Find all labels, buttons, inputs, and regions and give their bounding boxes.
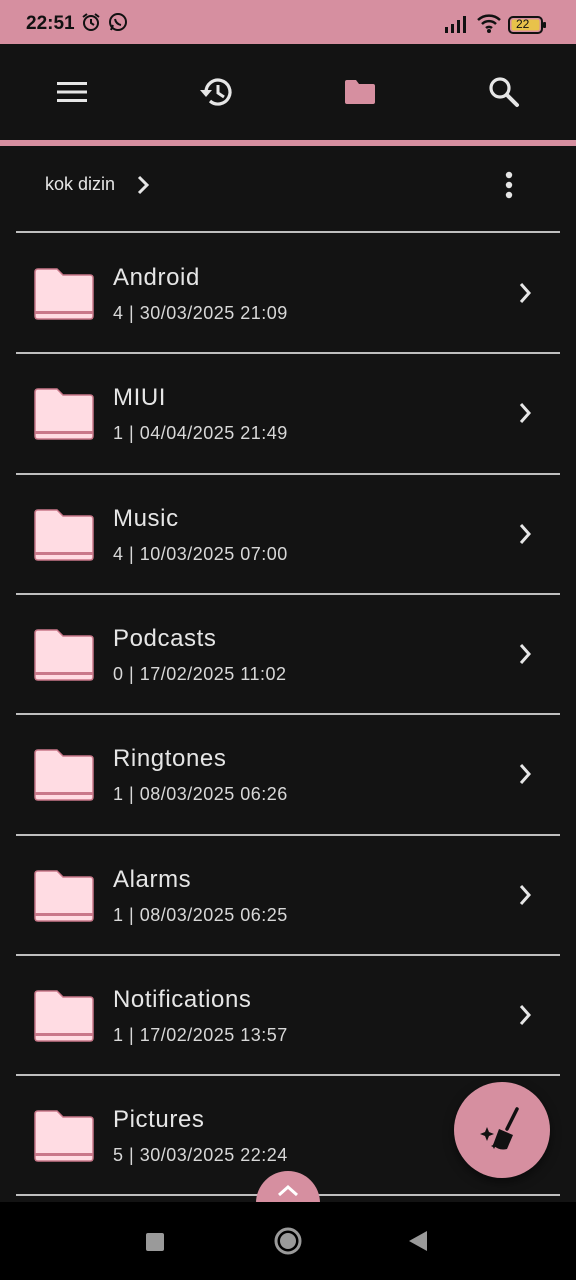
folder-meta: 5 | 30/03/2025 22:24 [113, 1145, 288, 1166]
back-button[interactable] [408, 1230, 428, 1257]
folder-thumb [32, 748, 96, 807]
folder-meta: 0 | 17/02/2025 11:02 [113, 663, 287, 684]
whatsapp-icon [108, 12, 128, 37]
open-folder-chevron[interactable] [516, 400, 534, 431]
folder-row[interactable]: Podcasts 0 | 17/02/2025 11:02 [16, 594, 560, 712]
folder-icon [34, 749, 94, 801]
folder-icon [34, 629, 94, 681]
chevron-right-icon [519, 643, 532, 664]
home-button[interactable] [274, 1227, 302, 1260]
folder-row[interactable]: Notifications 1 | 17/02/2025 13:57 [16, 955, 560, 1073]
open-folder-chevron[interactable] [516, 280, 534, 311]
folder-thumb [32, 508, 96, 567]
folder-icon [34, 869, 94, 922]
folder-icon [34, 508, 94, 561]
signal-icon [444, 14, 470, 39]
more-options-button[interactable] [492, 170, 526, 210]
folder-row[interactable]: Ringtones 1 | 08/03/2025 06:26 [16, 714, 560, 832]
open-folder-chevron[interactable] [516, 882, 534, 913]
folder-icon [34, 388, 94, 441]
folder-thumb [32, 1109, 96, 1168]
folder-name: Podcasts [113, 624, 217, 652]
battery-level: 22 [516, 17, 530, 31]
folder-icon [34, 268, 94, 320]
open-folder-chevron[interactable] [516, 761, 534, 792]
menu-icon [57, 82, 87, 102]
chevron-right-icon [519, 523, 532, 544]
chevron-right-icon [519, 1004, 532, 1025]
home-circle-icon [274, 1227, 302, 1255]
folder-name: Alarms [113, 865, 192, 893]
folder-thumb [32, 989, 96, 1048]
wifi-icon [476, 12, 502, 39]
open-folder-chevron[interactable] [516, 1002, 534, 1033]
status-time: 22:51 [26, 13, 75, 34]
folder-icon [345, 80, 375, 104]
files-tab-button[interactable] [336, 68, 384, 116]
recents-square-icon [146, 1233, 164, 1251]
folder-thumb [32, 387, 96, 446]
folder-meta: 1 | 17/02/2025 13:57 [113, 1024, 288, 1045]
chevron-right-icon [519, 283, 532, 303]
folder-name: Notifications [113, 985, 252, 1013]
history-icon [200, 78, 232, 106]
chevron-up-icon [278, 1184, 298, 1197]
folder-thumb [32, 869, 96, 928]
history-button[interactable] [192, 68, 240, 116]
folder-meta: 1 | 04/04/2025 21:49 [113, 423, 288, 444]
folder-name: Android [113, 264, 200, 291]
search-icon [489, 77, 519, 107]
clean-broom-icon [480, 1107, 519, 1150]
folder-meta: 1 | 08/03/2025 06:25 [113, 904, 288, 925]
system-nav-bar [0, 1202, 576, 1280]
folder-name: Music [113, 504, 179, 532]
alarm-icon [81, 12, 101, 37]
more-vert-icon [505, 171, 513, 199]
folder-icon [34, 1110, 94, 1162]
status-bar: 22:51 22 [0, 0, 576, 44]
top-toolbar [0, 44, 576, 140]
folder-meta: 4 | 10/03/2025 07:00 [113, 543, 288, 564]
back-triangle-icon [409, 1231, 427, 1251]
breadcrumb-root[interactable]: kok dizin [45, 174, 115, 195]
folder-name: Ringtones [113, 745, 227, 773]
search-button[interactable] [480, 68, 528, 116]
folder-name: Pictures [113, 1106, 205, 1134]
folder-row[interactable]: Music 4 | 10/03/2025 07:00 [16, 474, 560, 592]
recents-button[interactable] [146, 1233, 164, 1256]
folder-icon [34, 990, 94, 1042]
clean-fab-button[interactable] [454, 1082, 550, 1178]
folder-row[interactable]: MIUI 1 | 04/04/2025 21:49 [16, 353, 560, 471]
folder-row[interactable]: Android 4 | 30/03/2025 21:09 [16, 233, 560, 351]
folder-meta: 1 | 08/03/2025 06:26 [113, 784, 288, 805]
folder-name: MIUI [113, 384, 167, 412]
open-folder-chevron[interactable] [516, 521, 534, 552]
chevron-right-icon [519, 884, 532, 905]
chevron-right-icon [519, 403, 532, 424]
chevron-right-icon [519, 764, 532, 785]
breadcrumb: kok dizin [0, 146, 576, 232]
folder-row[interactable]: Alarms 1 | 08/03/2025 06:25 [16, 835, 560, 953]
folder-meta: 4 | 30/03/2025 21:09 [113, 303, 288, 323]
chevron-right-icon [137, 175, 150, 195]
folder-thumb [32, 628, 96, 687]
folder-thumb [32, 267, 96, 326]
open-folder-chevron[interactable] [516, 641, 534, 672]
menu-button[interactable] [48, 68, 96, 116]
battery-icon: 22 [508, 15, 548, 40]
